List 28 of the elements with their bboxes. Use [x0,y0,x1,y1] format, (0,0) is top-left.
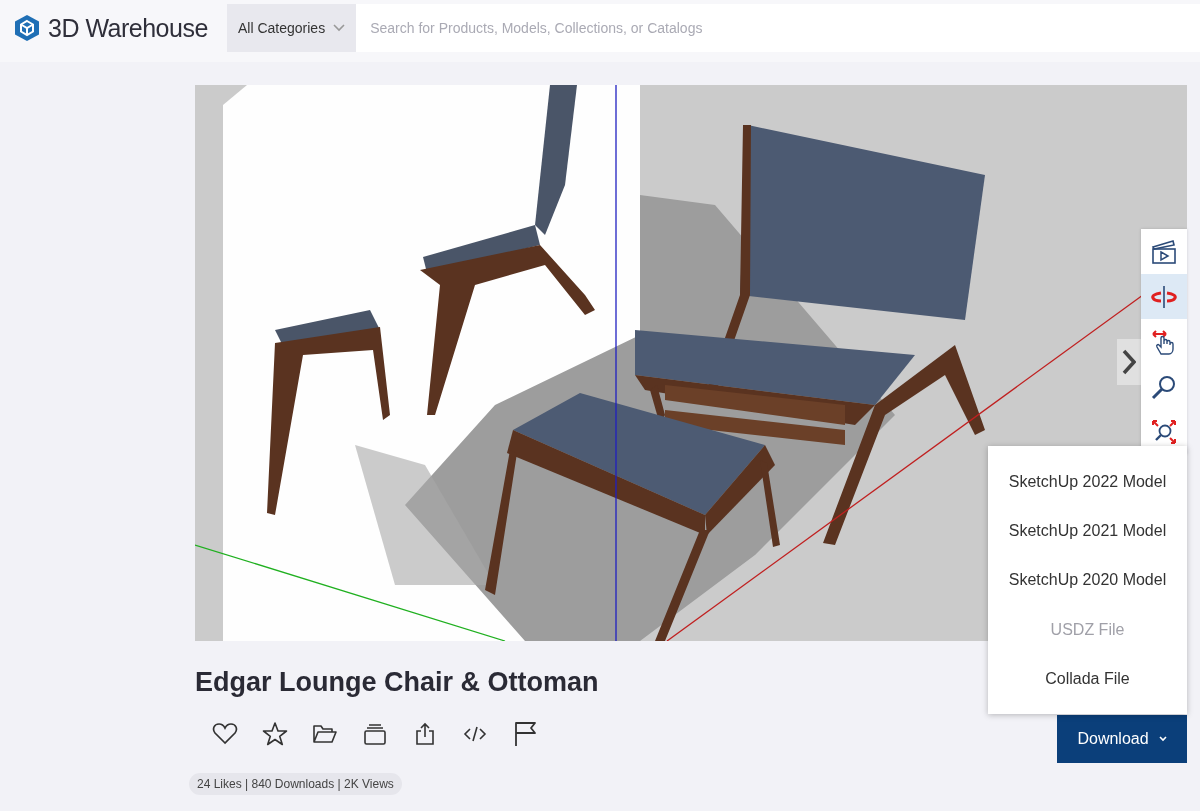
clapperboard-icon [1150,237,1178,266]
code-icon[interactable] [463,724,487,744]
chevron-down-icon [333,24,346,32]
model-stats: 24 Likes | 840 Downloads | 2K Views [189,773,402,795]
category-dropdown[interactable]: All Categories [227,4,357,52]
model-viewer[interactable] [195,85,1187,641]
zoom-extents-icon [1150,417,1178,446]
menu-item[interactable]: SketchUp 2022 Model [988,457,1187,507]
model-title: Edgar Lounge Chair & Ottoman [195,667,599,698]
viewer-tool-button[interactable] [1141,319,1187,364]
download-button[interactable]: Download [1057,715,1187,763]
menu-item[interactable]: SketchUp 2020 Model [988,555,1187,605]
viewer-tool-button[interactable] [1141,229,1187,274]
star-icon[interactable] [262,721,288,747]
heart-icon[interactable] [212,722,238,746]
menu-item[interactable]: Collada File [988,654,1187,704]
search-field[interactable]: Search for Products, Models, Collections, or Catalogs [356,4,1200,52]
logo-text[interactable]: 3D Warehouse [48,13,208,43]
menu-item[interactable]: SketchUp 2021 Model [988,506,1187,556]
stack-icon[interactable] [363,722,387,746]
flag-icon[interactable] [513,721,537,747]
next-button[interactable] [1117,339,1141,385]
folder-icon[interactable] [312,723,338,745]
share-icon[interactable] [414,722,436,746]
caret-icon [1158,736,1167,742]
logo-icon [14,14,40,42]
viewer-tool-button[interactable] [1141,274,1187,319]
chevron-right-icon [1122,349,1136,375]
